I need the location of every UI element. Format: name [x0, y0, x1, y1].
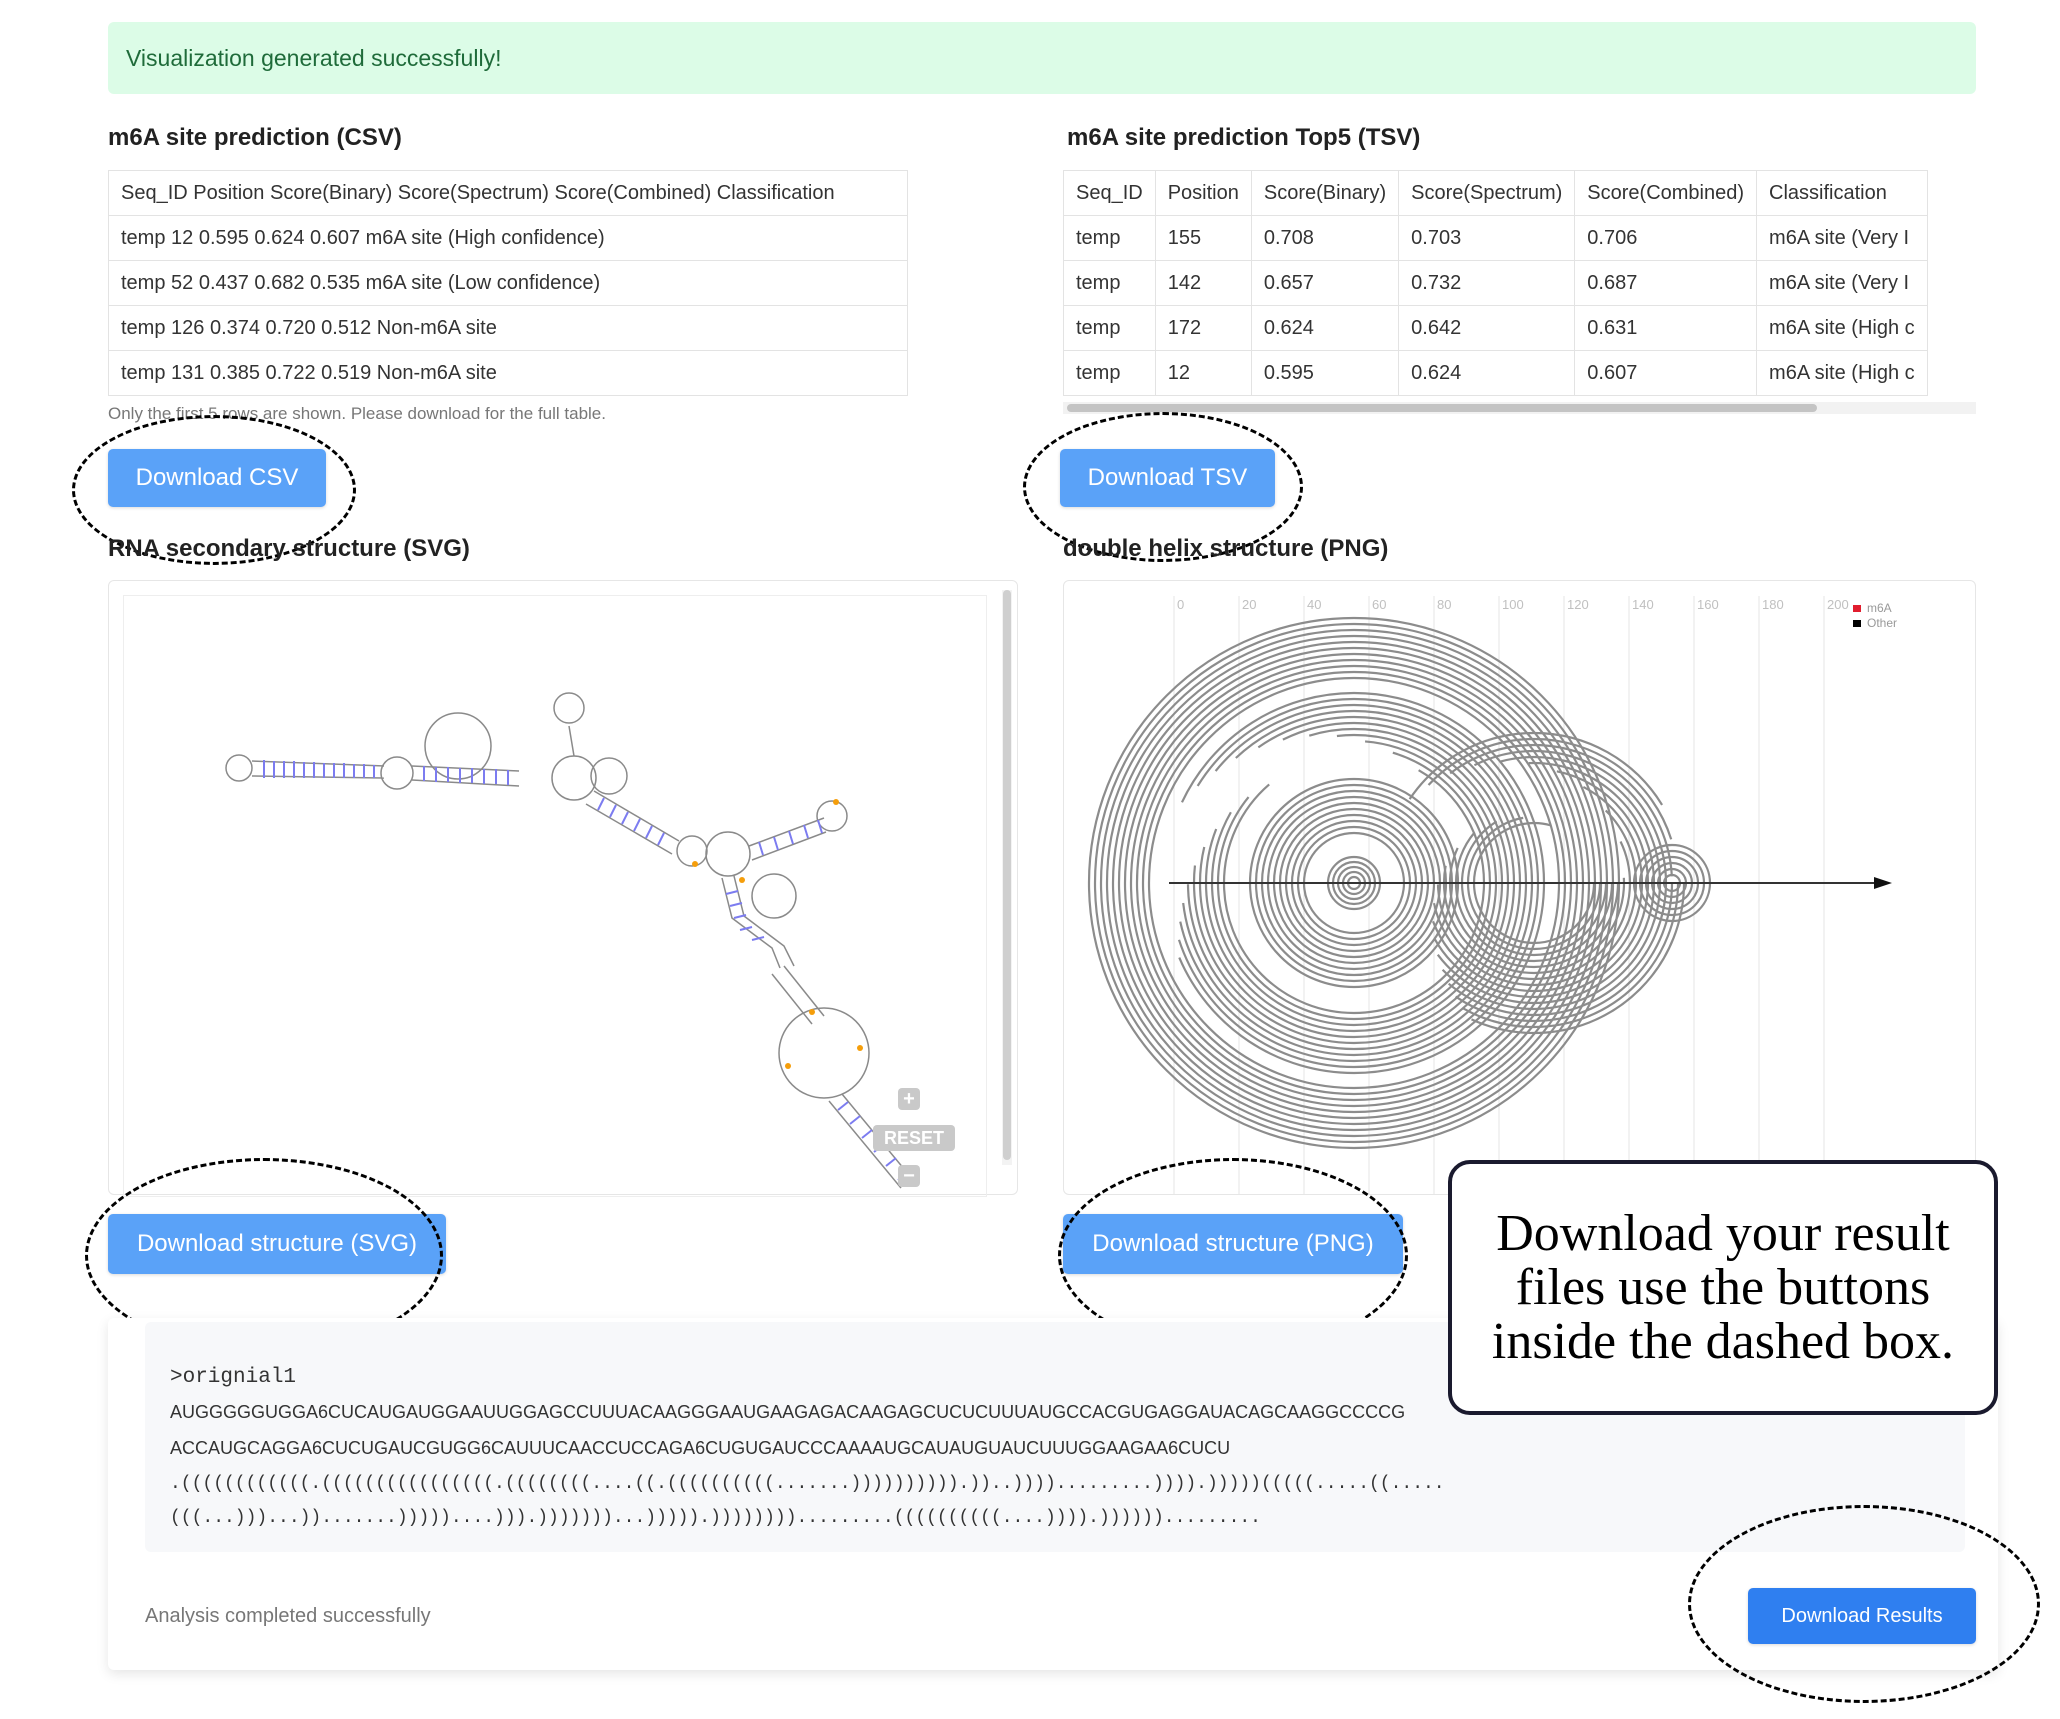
axis-tick: 0: [1177, 597, 1184, 612]
double-helix-image: 0 20 40 60 80 100 120 140 160 180 200 m6…: [1087, 596, 1897, 1194]
axis-tick: 160: [1697, 597, 1719, 612]
legend-label: m6A: [1867, 601, 1892, 615]
axis-tick: 180: [1762, 597, 1784, 612]
table-row: temp 155 0.708 0.703 0.706 m6A site (Ver…: [1063, 215, 1928, 261]
status-text: Analysis completed successfully: [145, 1605, 431, 1627]
svg-section-title: RNA secondary structure (SVG): [108, 535, 470, 562]
axis-tick: 40: [1307, 597, 1321, 612]
callout-text: Download your result files use the butto…: [1491, 1204, 1955, 1370]
table-row: temp 52 0.437 0.682 0.535 m6A site (Low …: [108, 260, 908, 306]
legend-swatch-m6a: [1853, 605, 1861, 612]
table-row: temp 12 0.595 0.624 0.607 m6A site (High…: [108, 215, 908, 261]
csv-table: Seq_ID Position Score(Binary) Score(Spec…: [108, 170, 908, 396]
legend: m6A Other: [1853, 601, 1897, 630]
sequence-line: AUGGGGGUGGA6CUCAUGAUGGAAUUGGAGCCUUUACAAG…: [170, 1402, 1406, 1422]
success-alert: Visualization generated successfully!: [108, 22, 1976, 94]
table-cell: 142: [1154, 260, 1252, 306]
png-viewer-panel: 0 20 40 60 80 100 120 140 160 180 200 m6…: [1063, 580, 1976, 1195]
sequence-name: >orignial1: [170, 1366, 297, 1389]
table-cell: 0.624: [1250, 305, 1400, 351]
table-row: temp 172 0.624 0.642 0.631 m6A site (Hig…: [1063, 305, 1928, 351]
column-header: Score(Combined): [1574, 170, 1758, 216]
table-cell: 0.631: [1574, 305, 1758, 351]
axis-tick: 200: [1827, 597, 1849, 612]
table-cell: 155: [1154, 215, 1252, 261]
table-cell: m6A site (High c: [1756, 350, 1928, 396]
table-cell: 0.624: [1398, 350, 1576, 396]
table-cell: temp: [1063, 215, 1156, 261]
table-cell: 0.657: [1250, 260, 1400, 306]
table-cell: temp 131 0.385 0.722 0.519 Non-m6A site: [108, 350, 908, 396]
table-cell: temp 52 0.437 0.682 0.535 m6A site (Low …: [108, 260, 908, 306]
table-cell: 12: [1154, 350, 1252, 396]
table-row: temp 142 0.657 0.732 0.687 m6A site (Ver…: [1063, 260, 1928, 306]
success-alert-text: Visualization generated successfully!: [126, 44, 502, 71]
table-cell: 0.687: [1574, 260, 1758, 306]
zoom-out-icon[interactable]: −: [898, 1165, 920, 1187]
axis-tick: 140: [1632, 597, 1654, 612]
axis-tick: 20: [1242, 597, 1256, 612]
download-results-button[interactable]: Download Results: [1748, 1588, 1976, 1644]
axis-tick: 60: [1372, 597, 1386, 612]
legend-swatch-other: [1853, 620, 1861, 627]
table-cell: temp: [1063, 350, 1156, 396]
tsv-table: Seq_ID Position Score(Binary) Score(Spec…: [1063, 170, 1928, 396]
table-cell: m6A site (Very I: [1756, 260, 1928, 306]
vertical-scrollbar-thumb[interactable]: [1003, 590, 1011, 1160]
column-header: Position: [1154, 170, 1252, 216]
table-cell: 172: [1154, 305, 1252, 351]
download-csv-button[interactable]: Download CSV: [108, 449, 326, 507]
vertical-scrollbar-track[interactable]: [1002, 590, 1012, 1165]
rna-structure-drawing: [225, 692, 915, 1189]
download-png-button[interactable]: Download structure (PNG): [1063, 1214, 1403, 1274]
table-cell: 0.607: [1574, 350, 1758, 396]
table-cell: m6A site (High c: [1756, 305, 1928, 351]
csv-table-note: Only the first 5 rows are shown. Please …: [108, 404, 606, 423]
table-cell: 0.708: [1250, 215, 1400, 261]
download-tsv-button[interactable]: Download TSV: [1060, 449, 1275, 507]
table-cell: 0.706: [1574, 215, 1758, 261]
structure-line: (((...)))...)).......)))))....))).))))))…: [170, 1508, 1261, 1528]
table-cell: m6A site (Very I: [1756, 215, 1928, 261]
table-row: temp 126 0.374 0.720 0.512 Non-m6A site: [108, 305, 908, 351]
legend-label: Other: [1867, 616, 1897, 630]
table-row: temp 131 0.385 0.722 0.519 Non-m6A site: [108, 350, 908, 396]
horizontal-scrollbar-track[interactable]: [1063, 402, 1976, 414]
reset-view-button[interactable]: RESET: [873, 1125, 955, 1151]
table-cell: 0.703: [1398, 215, 1576, 261]
table-cell: 0.595: [1250, 350, 1400, 396]
column-header: Classification: [1756, 170, 1928, 216]
download-svg-button[interactable]: Download structure (SVG): [108, 1214, 446, 1274]
instruction-callout: Download your result files use the butto…: [1448, 1160, 1998, 1415]
tsv-table-container[interactable]: Seq_ID Position Score(Binary) Score(Spec…: [1063, 170, 1976, 425]
png-section-title: double helix structure (PNG): [1063, 535, 1389, 562]
sequence-line: ACCAUGCAGGA6CUCUGAUCGUGG6CAUUUCAACCUCCAG…: [170, 1438, 1231, 1458]
table-cell: 0.732: [1398, 260, 1576, 306]
axis-tick: 80: [1437, 597, 1451, 612]
column-header: Score(Binary): [1250, 170, 1400, 216]
table-row: temp 12 0.595 0.624 0.607 m6A site (High…: [1063, 350, 1928, 396]
axis-tick: 120: [1567, 597, 1589, 612]
table-header-row: Seq_ID Position Score(Binary) Score(Spec…: [1063, 170, 1928, 216]
table-cell: 0.642: [1398, 305, 1576, 351]
table-cell: temp 126 0.374 0.720 0.512 Non-m6A site: [108, 305, 908, 351]
structure-line: .((((((((((((.((((((((((((((((.((((((((.…: [170, 1474, 1445, 1494]
csv-section-title: m6A site prediction (CSV): [108, 124, 402, 151]
csv-header: Seq_ID Position Score(Binary) Score(Spec…: [108, 170, 908, 216]
table-header-row: Seq_ID Position Score(Binary) Score(Spec…: [108, 170, 908, 216]
zoom-in-icon[interactable]: +: [898, 1088, 920, 1110]
table-cell: temp 12 0.595 0.624 0.607 m6A site (High…: [108, 215, 908, 261]
table-cell: temp: [1063, 305, 1156, 351]
column-header: Score(Spectrum): [1398, 170, 1576, 216]
tsv-section-title: m6A site prediction Top5 (TSV): [1067, 124, 1421, 151]
column-header: Seq_ID: [1063, 170, 1156, 216]
table-cell: temp: [1063, 260, 1156, 306]
structure-canvas[interactable]: [123, 595, 987, 1197]
horizontal-scrollbar-thumb[interactable]: [1067, 404, 1817, 412]
axis-tick: 100: [1502, 597, 1524, 612]
